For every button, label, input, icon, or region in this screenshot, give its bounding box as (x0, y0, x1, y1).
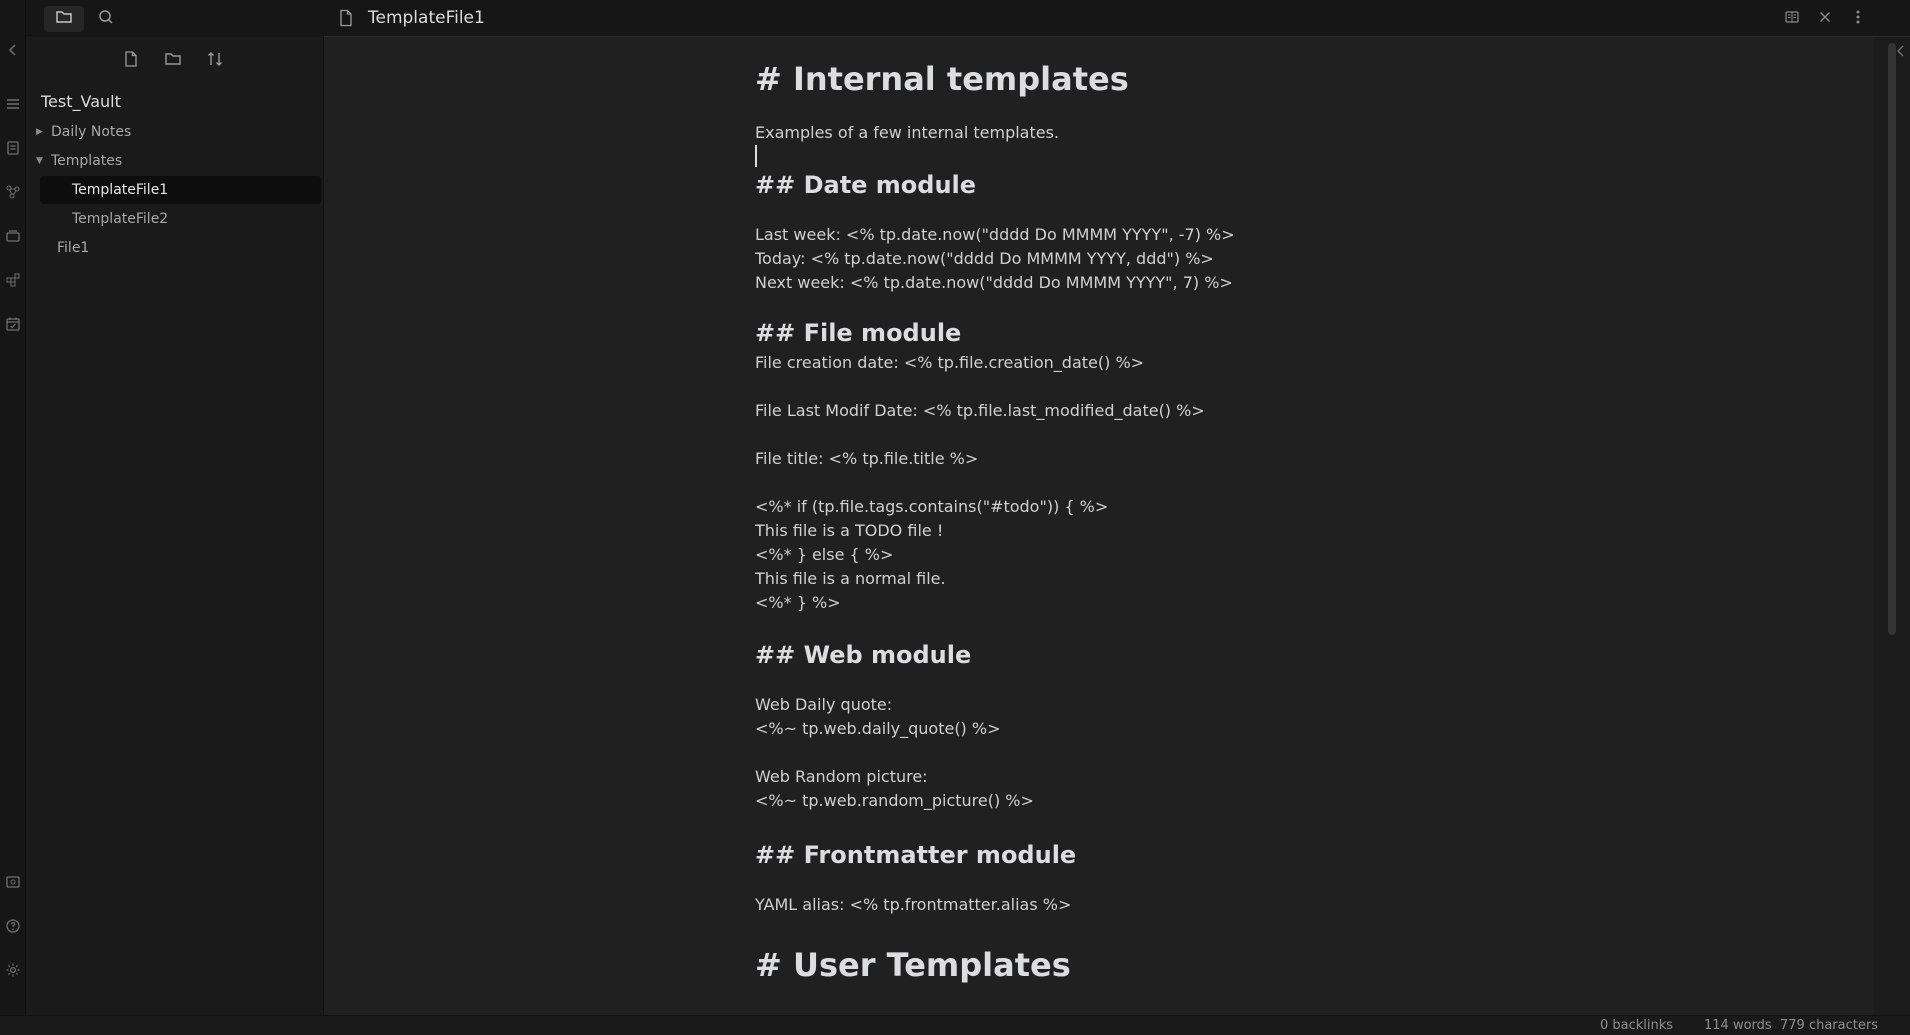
new-folder-button[interactable] (160, 48, 186, 74)
todo-line: <%* if (tp.file.tags.contains("#todo")) … (755, 497, 1109, 516)
folder-templates[interactable]: ▼ Templates (36, 147, 316, 175)
tab-file-explorer[interactable] (44, 6, 84, 32)
file-file1[interactable]: File1 (40, 234, 321, 262)
heading-file-module: ## File module (755, 319, 962, 347)
new-file-icon (122, 50, 140, 72)
folder-label: Daily Notes (51, 124, 132, 140)
vault-name: Test_Vault (41, 92, 121, 111)
text-cursor (755, 145, 757, 167)
todo-line: This file is a TODO file ! (755, 521, 944, 540)
character-count: 779 characters (1780, 1018, 1878, 1033)
web-picture-code: <%~ tp.web.random_picture() %> (755, 791, 1034, 810)
yaml-alias-line: YAML alias: <% tp.frontmatter.alias %> (755, 895, 1072, 914)
document-content[interactable]: # Internal templates Examples of a few i… (755, 59, 1655, 985)
backlinks-count[interactable]: 0 backlinks (1600, 1018, 1673, 1033)
collapse-right-sidebar-icon[interactable] (1894, 42, 1908, 60)
scrollbar-thumb[interactable] (1888, 43, 1896, 635)
folder-icon (55, 8, 73, 30)
tab-search[interactable] (86, 6, 126, 32)
file-title-line: File title: <% tp.file.title %> (755, 449, 979, 468)
document-icon (338, 9, 354, 27)
web-quote-label: Web Daily quote: (755, 695, 893, 714)
sidebar-tabs (26, 0, 324, 36)
book-icon (1784, 9, 1800, 29)
close-icon (1817, 9, 1833, 29)
list-icon[interactable] (3, 94, 23, 114)
heading-user-templates: # User Templates (755, 946, 1071, 984)
help-icon[interactable] (3, 916, 23, 936)
file-modified-line: File Last Modif Date: <% tp.file.last_mo… (755, 401, 1205, 420)
new-note-button[interactable] (118, 48, 144, 74)
todo-line: <%* } else { %> (755, 545, 894, 564)
graph-view-icon[interactable] (3, 182, 23, 202)
intro-text: Examples of a few internal templates. (755, 123, 1060, 142)
cursor-line (755, 145, 1655, 169)
quick-switcher-icon[interactable] (3, 138, 23, 158)
left-ribbon (0, 0, 26, 1015)
folder-daily-notes[interactable]: ▶ Daily Notes (36, 118, 316, 146)
templates-icon[interactable] (3, 226, 23, 246)
new-folder-icon (164, 50, 182, 72)
word-count: 114 words (1704, 1018, 1772, 1033)
web-picture-label: Web Random picture: (755, 767, 928, 786)
caret-down-icon: ▼ (36, 156, 43, 166)
file-creation-line: File creation date: <% tp.file.creation_… (755, 353, 1145, 372)
heading-web-module: ## Web module (755, 641, 972, 669)
file-explorer-sidebar: Test_Vault ▶ Daily Notes ▼ Templates Tem… (26, 0, 324, 1015)
date-line: Today: <% tp.date.now("dddd Do MMMM YYYY… (755, 249, 1214, 268)
heading-internal-templates: # Internal templates (755, 60, 1129, 98)
file-templatefile1[interactable]: TemplateFile1 (40, 176, 321, 204)
status-bar: 0 backlinks 114 words 779 characters (0, 1015, 1910, 1035)
settings-icon[interactable] (3, 960, 23, 980)
heading-date-module: ## Date module (755, 171, 977, 199)
search-icon (97, 8, 115, 30)
heading-frontmatter-module: ## Frontmatter module (755, 841, 1077, 869)
folder-label: Templates (51, 153, 123, 169)
todo-line: This file is a normal file. (755, 569, 946, 588)
reading-view-button[interactable] (1781, 8, 1803, 30)
more-options-button[interactable] (1847, 8, 1869, 30)
editor-pane[interactable]: # Internal templates Examples of a few i… (324, 37, 1874, 1015)
editor-header: TemplateFile1 (324, 0, 1910, 37)
file-templatefile2[interactable]: TemplateFile2 (40, 205, 321, 233)
plugins-icon[interactable] (3, 270, 23, 290)
date-line: Next week: <% tp.date.now("dddd Do MMMM … (755, 273, 1233, 292)
file-label: TemplateFile1 (72, 182, 169, 198)
close-tab-button[interactable] (1814, 8, 1836, 30)
file-explorer-actions (26, 48, 324, 74)
vault-switcher-icon[interactable] (3, 872, 23, 892)
todo-line: <%* } %> (755, 593, 841, 612)
calendar-icon[interactable] (3, 314, 23, 334)
sort-icon (206, 50, 224, 72)
date-line: Last week: <% tp.date.now("dddd Do MMMM … (755, 225, 1235, 244)
document-title[interactable]: TemplateFile1 (368, 8, 485, 28)
file-label: TemplateFile2 (72, 211, 169, 227)
more-vertical-icon (1850, 9, 1866, 29)
web-quote-code: <%~ tp.web.daily_quote() %> (755, 719, 1001, 738)
collapse-left-sidebar-icon[interactable] (3, 40, 23, 60)
file-label: File1 (57, 240, 90, 256)
editor-scrollbar[interactable] (1874, 37, 1910, 1015)
sort-button[interactable] (202, 48, 228, 74)
caret-right-icon: ▶ (36, 127, 43, 137)
